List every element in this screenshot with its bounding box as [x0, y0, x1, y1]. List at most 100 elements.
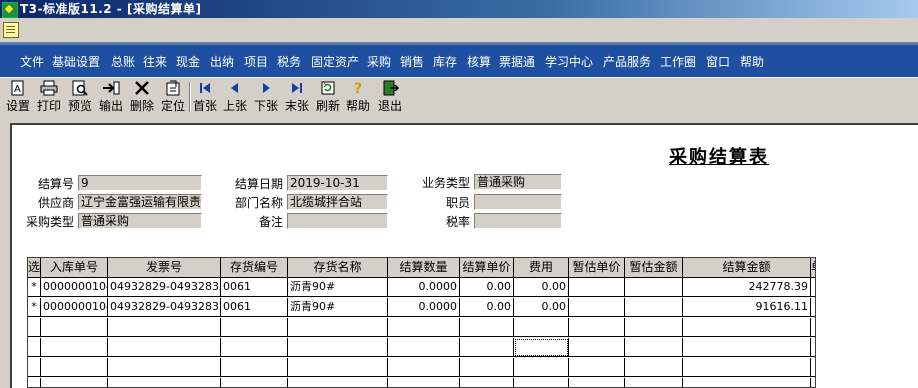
tax-rate-field[interactable]	[474, 213, 562, 229]
prev-record-button[interactable]: 上张	[221, 80, 249, 114]
app-logo-icon	[2, 2, 18, 18]
table-row-empty[interactable]	[28, 338, 815, 357]
settings-icon: A	[11, 80, 24, 96]
tax-rate-label: 税率	[446, 215, 471, 229]
main-menu: 文件 基础设置 总账 往来 现金 出纳 项目 税务 固定资产 采购 销售 库存 …	[0, 43, 918, 78]
supplier-field[interactable]: 辽宁金富强运输有限责	[78, 194, 202, 210]
menu-cashier[interactable]: 出纳	[210, 53, 234, 70]
cell-est-price	[569, 298, 625, 317]
dept-label: 部门名称	[235, 196, 284, 210]
col-item-code[interactable]: 存货编号	[221, 258, 288, 277]
settings-button[interactable]: A 设置	[4, 80, 32, 114]
last-icon	[292, 83, 302, 93]
col-price[interactable]: 结算单价	[460, 258, 514, 277]
cell-invoice: 04932829-04932832	[108, 278, 221, 297]
menu-file[interactable]: 文件	[20, 53, 44, 70]
table-row-empty[interactable]	[28, 378, 815, 387]
purchase-type-field[interactable]: 普通采购	[78, 213, 202, 229]
col-invoice[interactable]: 发票号	[108, 258, 221, 277]
first-icon	[200, 83, 210, 93]
biz-type-label: 业务类型	[422, 176, 471, 190]
delete-icon	[135, 81, 149, 95]
menu-accounting[interactable]: 核算	[467, 53, 491, 70]
menu-basic-settings[interactable]: 基础设置	[52, 53, 100, 70]
locate-button[interactable]: 定位	[158, 80, 188, 114]
cell-item-code: 0061	[221, 298, 288, 317]
preview-icon	[72, 80, 88, 96]
col-amount[interactable]: 结算金额	[683, 258, 811, 277]
menu-general-ledger[interactable]: 总账	[111, 53, 135, 70]
cell-qty: 0.0000	[388, 278, 460, 297]
document-menu-icon[interactable]	[3, 22, 19, 38]
form-title: 采购结算表	[669, 147, 769, 168]
cell-qty: 0.0000	[388, 298, 460, 317]
first-record-button[interactable]: 首张	[191, 80, 219, 114]
print-button[interactable]: 打印	[34, 80, 64, 114]
help-button[interactable]: ? 帮助	[344, 80, 372, 114]
exit-icon	[383, 80, 399, 96]
purchase-type-label: 采购类型	[26, 215, 75, 229]
cell-amount: 242778.39	[683, 278, 811, 297]
col-qty[interactable]: 结算数量	[388, 258, 460, 277]
grid-header: 选 入库单号 发票号 存货编号 存货名称 结算数量 结算单价 费用 暂估单价 暂…	[28, 258, 815, 278]
table-row-empty[interactable]	[28, 358, 815, 377]
menu-purchase[interactable]: 采购	[367, 53, 391, 70]
menu-bills[interactable]: 票据通	[499, 53, 535, 70]
menu-sales[interactable]: 销售	[400, 53, 424, 70]
menu-inventory[interactable]: 库存	[433, 53, 457, 70]
menu-product-service[interactable]: 产品服务	[603, 53, 651, 70]
preview-button[interactable]: 预览	[65, 80, 95, 114]
col-unit[interactable]: 单	[811, 258, 815, 277]
col-fee[interactable]: 费用	[514, 258, 569, 277]
cell-amount: 91616.11	[683, 298, 811, 317]
col-est-amount[interactable]: 暂估金额	[625, 258, 683, 277]
cell-fee: 0.00	[514, 278, 569, 297]
cell-item-code: 0061	[221, 278, 288, 297]
dept-field[interactable]: 北缆城拌合站	[287, 194, 388, 210]
settle-no-field[interactable]: 9	[78, 175, 202, 191]
refresh-button[interactable]: 刷新	[314, 80, 342, 114]
previous-icon	[231, 83, 238, 93]
toolbar: A 设置 打印 预览 输出 删除 定位 首张 上张 下张 末张 刷新 ? 帮助 …	[0, 77, 918, 117]
refresh-icon	[321, 81, 335, 95]
settlement-grid: 选 入库单号 发票号 存货编号 存货名称 结算数量 结算单价 费用 暂估单价 暂…	[27, 257, 816, 388]
window-title: T3-标准版11.2 - [采购结算单]	[20, 2, 202, 16]
table-row[interactable]: * 0000000104 04932829-04932832 0061 沥青90…	[28, 278, 815, 297]
cell-price: 0.00	[460, 278, 514, 297]
menu-tax[interactable]: 税务	[277, 53, 301, 70]
cell-item-name: 沥青90#	[288, 278, 388, 297]
table-row[interactable]: * 0000000104 04932829-04932832 0061 沥青90…	[28, 298, 815, 317]
menu-help[interactable]: 帮助	[740, 53, 764, 70]
remark-label: 备注	[259, 215, 284, 229]
svg-text:A: A	[14, 84, 21, 95]
col-item-name[interactable]: 存货名称	[288, 258, 388, 277]
col-select[interactable]: 选	[28, 258, 41, 277]
remark-field[interactable]	[287, 213, 388, 229]
next-icon	[263, 83, 270, 93]
export-button[interactable]: 输出	[96, 80, 126, 114]
selected-cell[interactable]	[514, 338, 569, 357]
settle-date-field[interactable]: 2019-10-31	[287, 175, 388, 191]
cell-price: 0.00	[460, 298, 514, 317]
exit-button[interactable]: 退出	[375, 80, 405, 114]
document-bar	[0, 18, 918, 43]
last-record-button[interactable]: 末张	[283, 80, 311, 114]
delete-button[interactable]: 删除	[127, 80, 157, 114]
col-est-price[interactable]: 暂估单价	[569, 258, 625, 277]
menu-project[interactable]: 项目	[244, 53, 268, 70]
table-row-empty[interactable]	[28, 318, 815, 337]
menu-work-circle[interactable]: 工作圈	[660, 53, 696, 70]
menu-window[interactable]: 窗口	[706, 53, 730, 70]
menu-fixed-assets[interactable]: 固定资产	[311, 53, 359, 70]
cell-in-no: 0000000104	[41, 298, 108, 317]
menu-cash[interactable]: 现金	[176, 53, 200, 70]
col-in-no[interactable]: 入库单号	[41, 258, 108, 277]
next-record-button[interactable]: 下张	[252, 80, 280, 114]
staff-field[interactable]	[474, 194, 562, 210]
cell-invoice: 04932829-04932832	[108, 298, 221, 317]
menu-learning-center[interactable]: 学习中心	[545, 53, 593, 70]
svg-text:?: ?	[354, 81, 362, 96]
biz-type-field[interactable]: 普通采购	[474, 174, 562, 190]
cell-est-amount	[625, 278, 683, 297]
menu-accounts[interactable]: 往来	[143, 53, 167, 70]
